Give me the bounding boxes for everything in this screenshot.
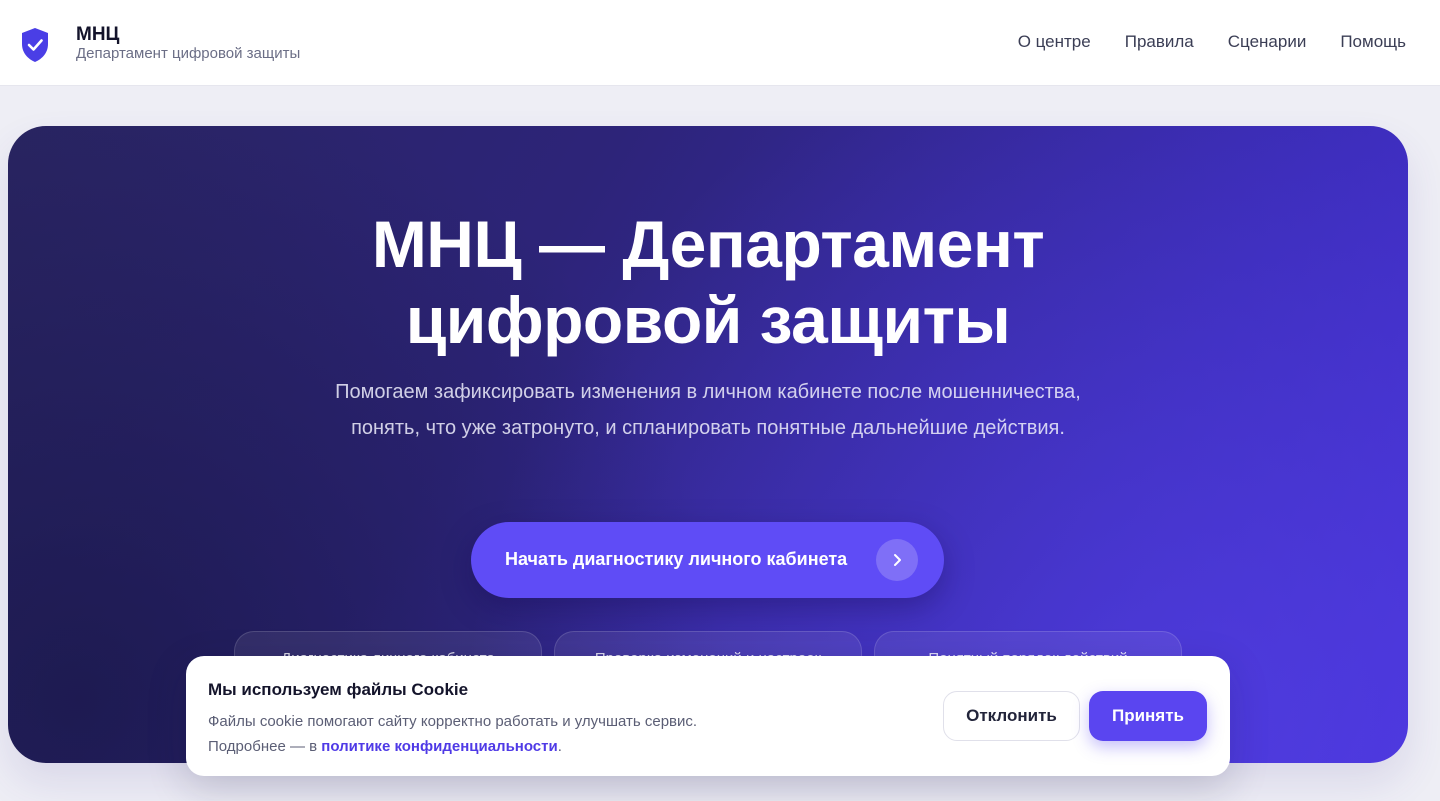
nav-link-about[interactable]: О центре	[1018, 32, 1091, 52]
site-header: МНЦ Департамент цифровой защиты О центре…	[0, 0, 1440, 86]
cookie-text-suffix: .	[557, 738, 562, 755]
chevron-right-icon	[876, 539, 918, 581]
decline-cookies-button[interactable]: Отклонить	[943, 691, 1080, 741]
nav-link-help[interactable]: Помощь	[1340, 32, 1406, 52]
cookie-text-line2: Подробнее — в политике конфиденциальност…	[208, 734, 697, 759]
cookie-text-line1: Файлы cookie помогают сайту корректно ра…	[208, 713, 698, 730]
hero-title-line2: цифровой защиты	[405, 283, 1011, 357]
accept-cookies-button[interactable]: Принять	[1089, 691, 1207, 741]
hero-title: МНЦ — Департамент цифровой защиты	[8, 206, 1408, 358]
nav-link-rules[interactable]: Правила	[1125, 32, 1194, 52]
hero-title-line1: МНЦ — Департамент	[371, 207, 1045, 281]
start-diagnostics-label: Начать диагностику личного кабинета	[505, 549, 848, 569]
brand-title[interactable]: МНЦ	[76, 24, 119, 46]
privacy-policy-link[interactable]: политике конфиденциальности	[321, 738, 557, 755]
cookie-title: Мы используем файлы Cookie	[208, 680, 469, 699]
hero-description: Помогаем зафиксировать изменения в лично…	[335, 381, 1081, 439]
cookie-text-prefix: Подробнее — в	[208, 738, 322, 755]
cookie-banner: Мы используем файлы Cookie Файлы cookie …	[186, 656, 1230, 776]
brand-subtitle: Департамент цифровой защиты	[76, 45, 301, 62]
main-nav: О центре Правила Сценарии Помощь	[1018, 32, 1406, 52]
cookie-text: Файлы cookie помогают сайту корректно ра…	[208, 709, 697, 759]
shield-check-icon[interactable]	[20, 27, 50, 63]
start-diagnostics-button[interactable]: Начать диагностику личного кабинета	[471, 522, 944, 598]
nav-link-scenarios[interactable]: Сценарии	[1228, 32, 1307, 52]
